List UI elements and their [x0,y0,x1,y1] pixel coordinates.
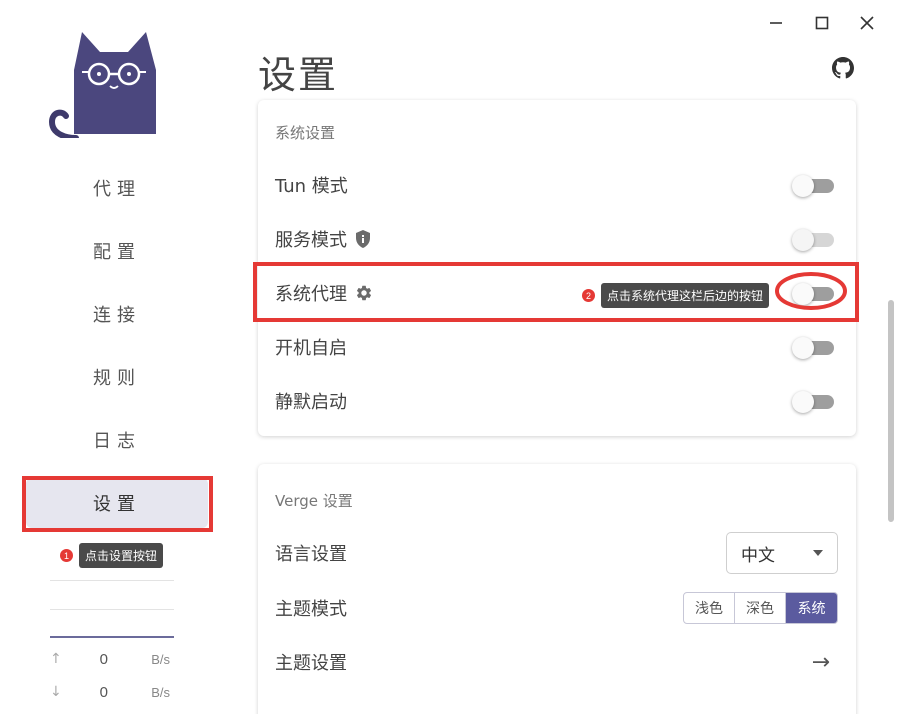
sidebar-item-rules[interactable]: 规则 [26,352,208,402]
sidebar-item-label: 规则 [93,368,141,389]
sidebar: 代理 配置 连接 规则 日志 设置 1 点击设置按钮 ↑ 0 B/s ↓ 0 B… [0,0,230,714]
system-settings-card: 系统设置 Tun 模式 服务模式 系统代理 开机自启 静默启动 [258,100,856,436]
traffic-graph-line [50,636,174,638]
tun-mode-toggle[interactable] [792,173,834,197]
auto-launch-toggle[interactable] [792,335,834,359]
silent-start-row: 静默启动 [258,374,856,428]
theme-settings-label: 主题设置 [275,653,347,674]
auto-launch-label: 开机自启 [275,338,347,359]
theme-system-button[interactable]: 系统 [786,593,837,623]
theme-mode-toggle-group: 浅色 深色 系统 [683,592,838,624]
language-label: 语言设置 [275,544,347,565]
upload-value: 0 [99,650,108,668]
tip-text: 点击设置按钮 [79,543,164,568]
upload-unit: B/s [151,651,170,667]
sidebar-item-logs[interactable]: 日志 [26,415,208,465]
language-value: 中文 [741,545,775,566]
theme-mode-row: 主题模式 浅色 深色 系统 [258,581,856,635]
tun-mode-label: Tun 模式 [275,176,348,197]
chevron-down-icon [813,550,823,556]
arrow-up-icon: ↑ [50,651,62,667]
sidebar-item-proxy[interactable]: 代理 [26,163,208,213]
toggle-highlight-oval [775,272,847,310]
download-value: 0 [99,683,108,701]
page-title: 设置 [258,53,339,97]
scrollbar[interactable] [888,300,894,522]
divider [50,580,174,581]
gear-icon[interactable] [355,284,373,302]
theme-mode-label: 主题模式 [275,599,347,620]
row-label: 开机自启 [275,334,347,360]
service-mode-label: 服务模式 [275,230,347,251]
row-label: Tun 模式 [275,172,348,198]
service-mode-row: 服务模式 [258,212,856,266]
tip-text: 点击系统代理这栏后边的按钮 [601,283,770,308]
sidebar-item-profiles[interactable]: 配置 [26,226,208,276]
row-label: 静默启动 [275,388,347,414]
download-speed: ↓ 0 B/s [50,682,180,702]
tun-mode-row: Tun 模式 [258,158,856,212]
service-mode-toggle[interactable] [792,227,834,251]
verge-settings-card: Verge 设置 语言设置 中文 主题模式 浅色 深色 系统 主题设置 → [258,464,856,714]
sidebar-item-label: 设置 [93,494,141,515]
sidebar-item-label: 连接 [93,305,141,326]
sidebar-item-settings[interactable]: 设置 [26,478,208,528]
tip-badge: 2 [582,289,595,302]
sidebar-item-label: 代理 [93,179,141,200]
maximize-icon [815,16,829,30]
sidebar-item-label: 配置 [93,242,141,263]
minimize-icon [770,22,782,24]
silent-start-toggle[interactable] [792,389,834,413]
maximize-button[interactable] [811,12,833,34]
arrow-down-icon: ↓ [50,684,62,700]
close-icon [860,16,874,30]
row-label: 服务模式 [275,226,371,252]
download-unit: B/s [151,684,170,700]
language-select[interactable]: 中文 [726,532,838,574]
divider [50,609,174,610]
sidebar-item-label: 日志 [93,431,141,452]
card-title: 系统设置 [275,124,336,142]
cat-logo-icon [48,32,156,138]
minimize-button[interactable] [765,12,787,34]
auto-launch-row: 开机自启 [258,320,856,374]
shield-icon[interactable] [355,230,371,248]
sidebar-item-connections[interactable]: 连接 [26,289,208,339]
system-proxy-label: 系统代理 [275,284,347,305]
theme-settings-row[interactable]: 主题设置 → [258,635,856,689]
github-icon[interactable] [832,57,854,79]
settings-tip: 1 点击设置按钮 [60,543,164,568]
language-row: 语言设置 中文 [258,526,856,580]
silent-start-label: 静默启动 [275,392,347,413]
system-proxy-tip: 2 点击系统代理这栏后边的按钮 [582,283,770,308]
tip-badge: 1 [60,549,73,562]
row-label: 系统代理 [275,280,373,306]
theme-dark-button[interactable]: 深色 [735,593,786,623]
close-button[interactable] [856,12,878,34]
arrow-right-icon[interactable]: → [812,650,830,675]
theme-light-button[interactable]: 浅色 [684,593,735,623]
card-title: Verge 设置 [275,492,353,510]
upload-speed: ↑ 0 B/s [50,649,180,669]
